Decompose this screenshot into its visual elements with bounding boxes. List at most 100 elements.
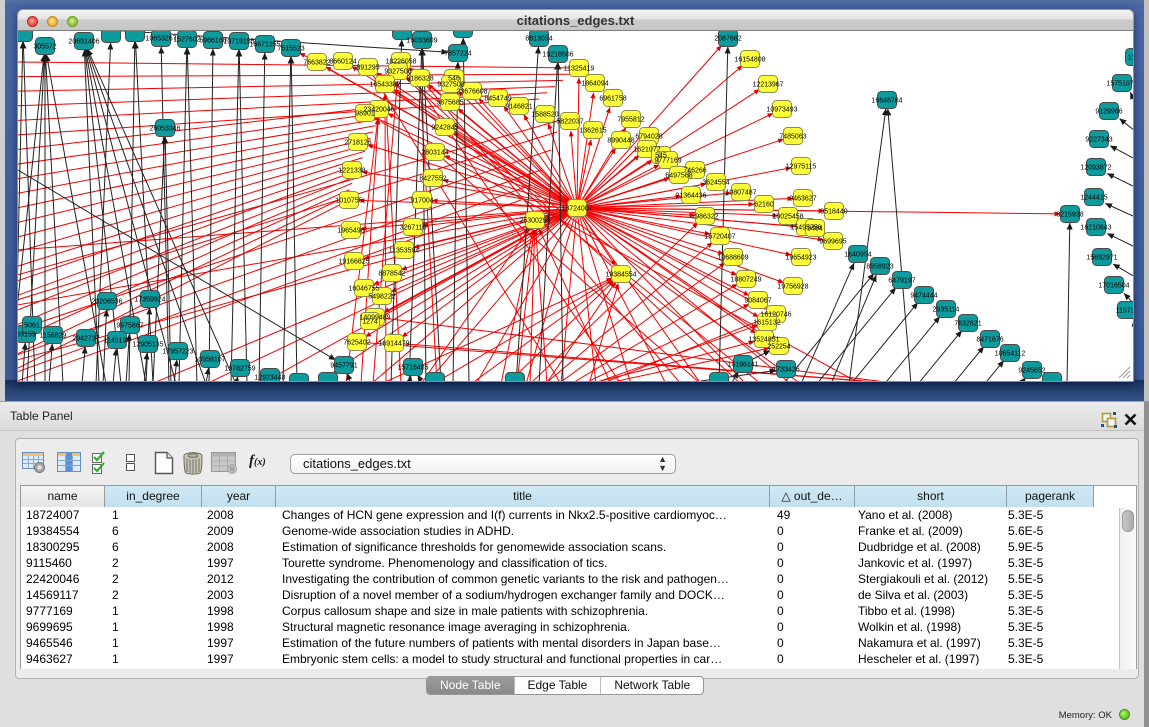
svg-text:305572: 305572 (33, 44, 56, 51)
svg-text:19218506: 19218506 (542, 52, 573, 59)
svg-text:12093872: 12093872 (1080, 165, 1111, 172)
svg-text:1156829: 1156829 (40, 333, 67, 340)
svg-text:2803144: 2803144 (421, 150, 448, 157)
svg-text:8990448: 8990448 (607, 138, 634, 145)
svg-text:18807249: 18807249 (730, 277, 761, 284)
svg-text:16046755: 16046755 (348, 286, 379, 293)
svg-text:8186328: 8186328 (406, 76, 433, 83)
svg-text:18226058: 18226058 (385, 59, 416, 66)
svg-text:9463627: 9463627 (789, 196, 816, 203)
svg-text:17359924: 17359924 (134, 297, 165, 304)
svg-text:5822037: 5822037 (556, 119, 583, 126)
svg-text:16671355: 16671355 (249, 42, 280, 49)
svg-text:917004: 917004 (410, 198, 433, 205)
svg-text:9245652: 9245652 (1018, 368, 1045, 375)
svg-text:1112: 1112 (1128, 55, 1134, 62)
svg-text:23676608: 23676608 (456, 89, 487, 96)
svg-text:9129966: 9129966 (1095, 109, 1122, 116)
svg-text:26053346: 26053346 (149, 126, 180, 133)
svg-text:3267110: 3267110 (400, 225, 427, 232)
svg-text:1615132: 1615132 (753, 320, 780, 327)
svg-text:9227343: 9227343 (1085, 137, 1112, 144)
svg-text:2718126: 2718126 (344, 140, 371, 147)
svg-text:9457791: 9457791 (330, 363, 357, 370)
svg-text:7955812: 7955812 (617, 117, 644, 124)
svg-text:12923448: 12923448 (254, 375, 285, 382)
svg-text:9699695: 9699695 (819, 239, 846, 246)
svg-text:10025458: 10025458 (772, 214, 803, 221)
svg-text:18724007: 18724007 (561, 206, 592, 213)
svg-text:9777169: 9777169 (654, 158, 681, 165)
svg-text:16120746: 16120746 (760, 312, 791, 319)
svg-text:17957223: 17957223 (162, 349, 193, 356)
svg-text:9084067: 9084067 (744, 298, 771, 305)
svg-text:1221338: 1221338 (338, 168, 365, 175)
svg-text:15692971: 15692971 (1086, 255, 1117, 262)
svg-text:15716485: 15716485 (397, 365, 428, 372)
svg-text:9327506: 9327506 (384, 69, 411, 76)
svg-text:19756928: 19756928 (777, 284, 808, 291)
svg-text:6479197: 6479197 (888, 278, 915, 285)
svg-text:7986322: 7986322 (691, 214, 718, 221)
svg-text:16210643: 16210643 (1080, 225, 1111, 232)
svg-text:7515523: 7515523 (277, 46, 304, 53)
svg-text:1274: 1274 (362, 319, 378, 326)
svg-text:1010755: 1010755 (335, 198, 362, 205)
svg-text:10807487: 10807487 (725, 190, 756, 197)
svg-text:9518440: 9518440 (820, 209, 847, 216)
svg-text:5498222: 5498222 (368, 294, 395, 301)
svg-text:8660124: 8660124 (329, 59, 356, 66)
svg-text:11353594: 11353594 (389, 248, 420, 255)
svg-text:1527602: 1527602 (173, 37, 200, 44)
svg-text:9474444: 9474444 (910, 293, 937, 300)
svg-text:1640954: 1640954 (844, 252, 871, 259)
svg-text:7485063: 7485063 (779, 134, 806, 141)
svg-text:8471676: 8471676 (976, 337, 1003, 344)
svg-text:8878542: 8878542 (378, 271, 405, 278)
svg-text:6961758: 6961758 (599, 96, 626, 103)
svg-text:10653267: 10653267 (145, 36, 176, 43)
svg-text:12905135: 12905135 (132, 342, 163, 349)
svg-text:7857224: 7857224 (444, 51, 471, 58)
svg-text:19166825: 19166825 (338, 259, 369, 266)
svg-text:3875685: 3875685 (436, 100, 463, 107)
svg-text:17016504: 17016504 (1098, 283, 1129, 290)
svg-text:8958923: 8958923 (866, 264, 893, 271)
svg-text:252254: 252254 (767, 344, 790, 351)
svg-text:16543382: 16543382 (369, 82, 400, 89)
svg-text:10688609: 10688609 (717, 255, 748, 262)
svg-text:16914479: 16914479 (378, 341, 409, 348)
svg-text:20691406: 20691406 (68, 39, 99, 46)
svg-text:9464: 9464 (807, 226, 823, 233)
svg-text:8813054: 8813054 (525, 36, 552, 43)
svg-text:20206536: 20206536 (91, 299, 122, 306)
svg-text:2942737: 2942737 (72, 336, 99, 343)
svg-text:1588520: 1588520 (531, 112, 558, 119)
svg-text:2087682: 2087682 (714, 36, 741, 43)
svg-text:13524851: 13524851 (748, 337, 779, 344)
svg-text:7663822: 7663822 (303, 60, 330, 67)
svg-text:6497568: 6497568 (665, 173, 692, 180)
svg-text:8454749: 8454749 (484, 96, 511, 103)
svg-text:1864094: 1864094 (581, 81, 608, 88)
svg-text:9242845: 9242845 (431, 125, 458, 132)
svg-text:21364436: 21364436 (675, 193, 706, 200)
svg-text:19654923: 19654923 (785, 255, 816, 262)
svg-text:5061: 5061 (24, 323, 40, 330)
svg-text:7632621: 7632621 (954, 321, 981, 328)
svg-text:10654112: 10654112 (995, 351, 1026, 358)
svg-text:16782759: 16782759 (224, 366, 255, 373)
svg-text:1733426: 1733426 (772, 367, 799, 374)
svg-text:98901: 98901 (355, 111, 375, 118)
svg-text:10958107: 10958107 (194, 357, 225, 364)
svg-text:116753: 116753 (1116, 308, 1134, 315)
svg-text:12975115: 12975115 (786, 164, 817, 171)
svg-text:1965498: 1965498 (337, 228, 364, 235)
svg-text:1362615: 1362615 (579, 128, 606, 135)
svg-text:7625402: 7625402 (343, 340, 370, 347)
svg-text:16033809: 16033809 (406, 38, 437, 45)
svg-text:8215938: 8215938 (1056, 212, 1083, 219)
svg-text:39159: 39159 (18, 332, 36, 339)
svg-text:1244415: 1244415 (1080, 195, 1107, 202)
svg-text:9146821: 9146821 (505, 104, 532, 111)
